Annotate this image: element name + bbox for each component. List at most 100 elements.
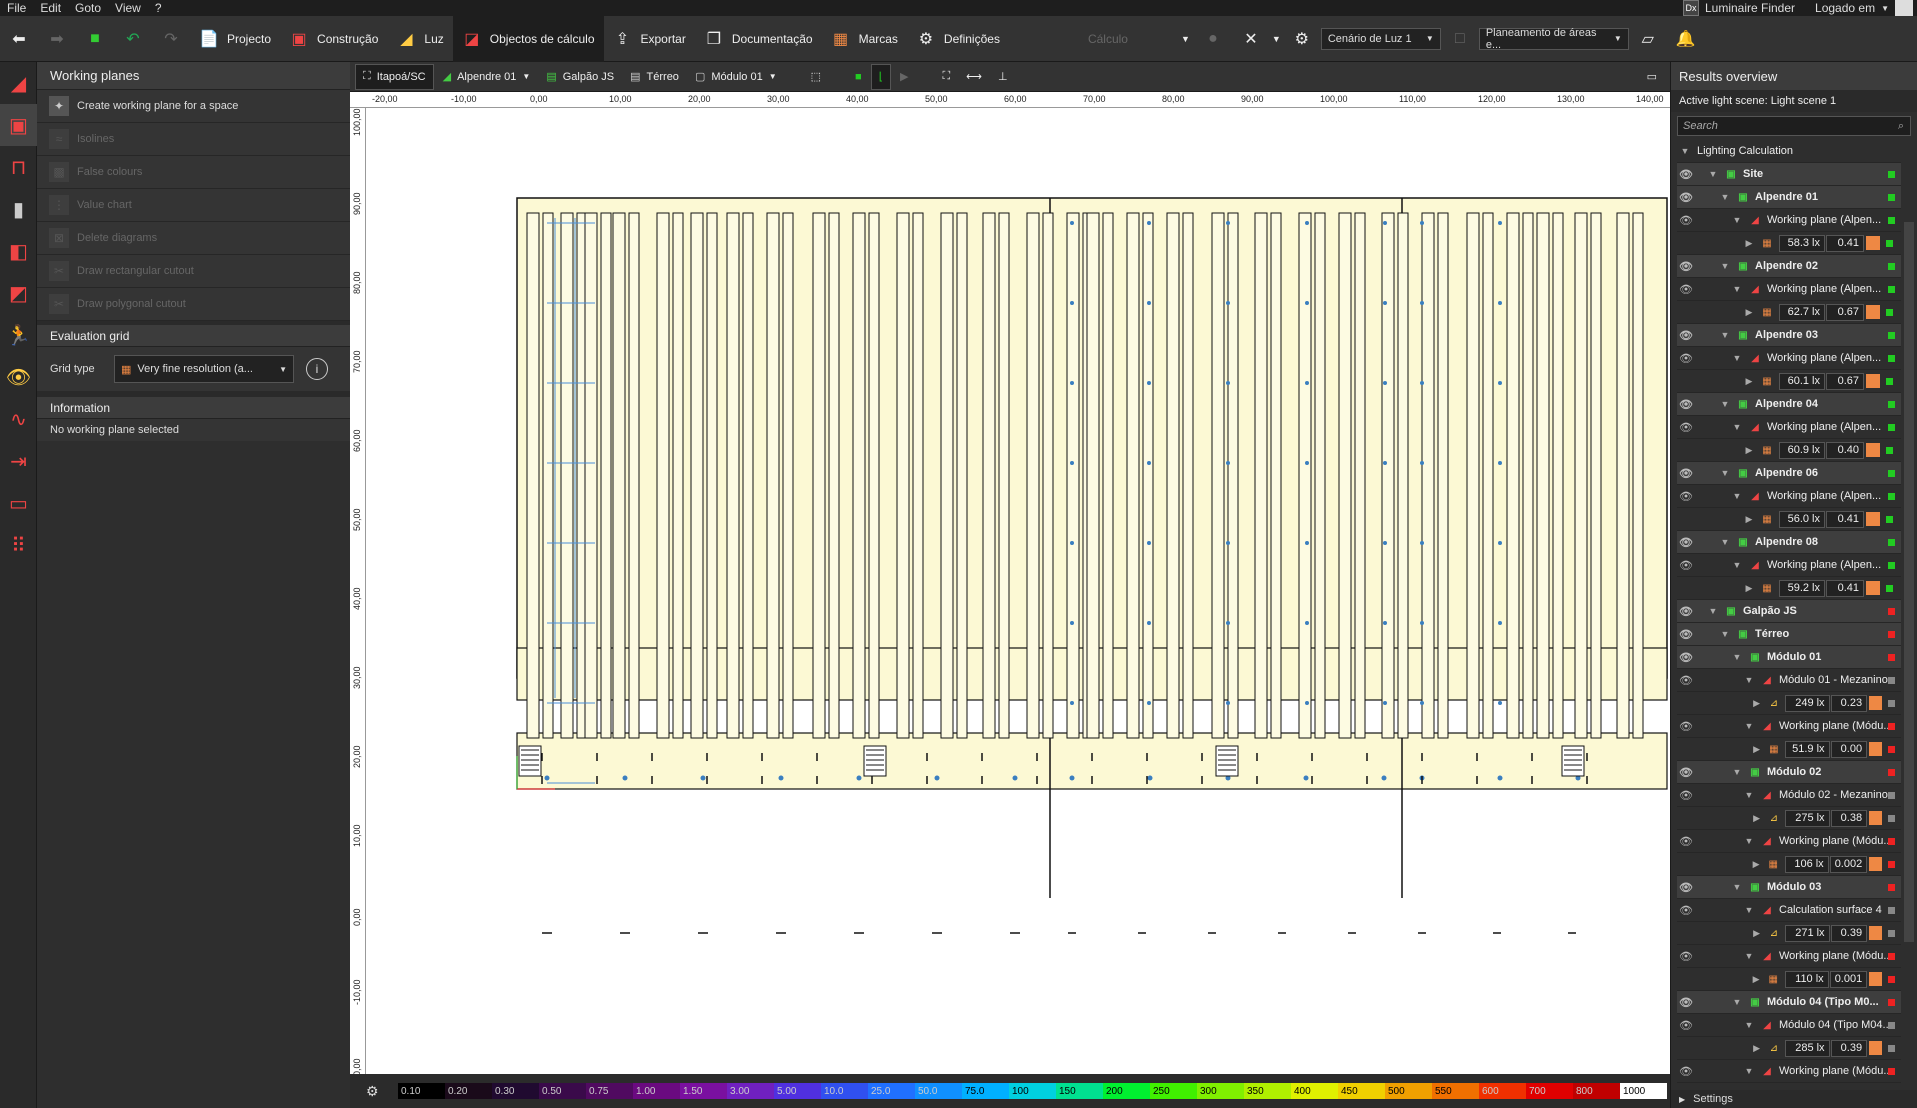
tree-item[interactable]: 👁 ▼ ◢ Working plane (Módu... [1677,715,1901,738]
tab-objectos-calculo[interactable]: ◪ Objectos de cálculo [452,15,604,62]
tree-item[interactable]: 👁 ▼ ▣ Alpendre 06 [1677,462,1901,485]
measure-button[interactable]: ⟷ [959,64,989,90]
menu-help[interactable]: ? [148,1,169,15]
search-input[interactable]: Search ⌕ [1677,116,1911,136]
fullscreen-button[interactable]: ▭ [1640,64,1664,90]
result-value-row[interactable]: ▶ ▦ 106 lx 0.002 [1677,853,1901,876]
play-view-button[interactable]: ▶ [893,64,915,90]
calculo-button[interactable]: Cálculo [1079,16,1137,62]
avatar[interactable] [1895,0,1913,16]
info-icon[interactable]: i [306,358,328,380]
tool-emergency[interactable]: 🏃 [0,314,37,356]
tool-point[interactable]: ⠿ [0,524,37,566]
tree-item[interactable]: 👁 ▼ ▣ Alpendre 08 [1677,531,1901,554]
tree-item[interactable]: 👁 ▼ ▣ Módulo 02 [1677,761,1901,784]
tree-item[interactable]: 👁 ▼ ▣ Galpão JS [1677,600,1901,623]
tree-item[interactable]: 👁 ▼ ◢ Working plane (Módu... [1677,945,1901,968]
tree-item[interactable]: 👁 ▼ ◢ Working plane (Módu... [1677,830,1901,853]
tree-item[interactable]: 👁 ▼ ◢ Working plane (Alpen... [1677,278,1901,301]
tree-item[interactable]: 👁 ▼ ▣ Módulo 04 (Tipo M0... [1677,991,1901,1014]
result-value-row[interactable]: ▶ ▦ 59.2 lx 0.41 [1677,577,1901,600]
tree-item[interactable]: 👁 ▼ ◢ Working plane (Alpen... [1677,347,1901,370]
menu-edit[interactable]: Edit [33,1,68,15]
false-colours-button[interactable]: ▩ False colours [37,156,350,189]
settings-footer[interactable]: ▶ Settings [1671,1090,1917,1108]
floor-view-button[interactable]: ■ [848,64,869,90]
tool-cylinder[interactable]: ▮ [0,188,37,230]
tree-item[interactable]: 👁 ▼ ◢ Módulo 04 (Tipo M04... [1677,1014,1901,1037]
luminaire-finder-link[interactable]: Luminaire Finder [1705,1,1795,15]
tree-item[interactable]: 👁 ▼ ◢ Working plane (Alpen... [1677,416,1901,439]
tab-terreo[interactable]: ▤ Térreo [623,64,686,90]
result-value-row[interactable]: ▶ ▦ 60.9 lx 0.40 [1677,439,1901,462]
gear-icon[interactable]: ⚙ [366,1083,379,1100]
tool-floor-surface[interactable]: ◩ [0,272,37,314]
tool-observer[interactable]: 👁 [0,356,37,398]
zoom-extents-button[interactable]: ⛶ [935,64,957,90]
tab-projecto[interactable]: 📄 Projecto [190,16,280,62]
calc-settings-button[interactable]: ⚙ [1283,16,1321,62]
isolines-button[interactable]: ≈ Isolines [37,123,350,156]
menu-file[interactable]: File [0,1,33,15]
tool-wall-surface[interactable]: ◧ [0,230,37,272]
result-value-row[interactable]: ▶ ▦ 62.7 lx 0.67 [1677,301,1901,324]
tab-itapoa[interactable]: ⛶ Itapoá/SC [355,63,434,90]
tab-alpendre-01[interactable]: ◢ Alpendre 01 ▼ [436,64,538,90]
tree-item[interactable]: 👁 ▼ ◢ Módulo 02 - Mezanino [1677,784,1901,807]
tree-item[interactable]: 👁 ▼ ▣ Site [1677,163,1901,186]
cancel-dropdown-button[interactable]: ▼ [1270,16,1283,62]
tree-item[interactable]: 👁 ▼ ◢ Working plane (Alpen... [1677,209,1901,232]
tree-item[interactable]: 👁 ▼ ▣ Módulo 03 [1677,876,1901,899]
view-mode-button[interactable]: ▱ [1629,16,1667,62]
tree-item[interactable]: 👁 ▼ ◢ Working plane (Alpen... [1677,554,1901,577]
tree-item[interactable]: 👁 ▼ ▣ Alpendre 04 [1677,393,1901,416]
tree-item[interactable]: 👁 ▼ ◢ Working plane (Módu... [1677,1060,1901,1083]
tool-table[interactable]: ⊓ [0,146,37,188]
tree-item[interactable]: 👁 ▼ ▣ Alpendre 03 [1677,324,1901,347]
light-scene-select[interactable]: Cenário de Luz 1 ▼ [1320,27,1441,50]
area-planning-select[interactable]: Planeamento de áreas e... ▼ [1478,27,1629,51]
undo-button[interactable]: ↶ [114,16,152,62]
tab-exportar[interactable]: ⇪ Exportar [604,16,695,62]
result-value-row[interactable]: ▶ ▦ 56.0 lx 0.41 [1677,508,1901,531]
tree-item[interactable]: 👁 ▼ ▣ Alpendre 01 [1677,186,1901,209]
grid-type-select[interactable]: ▦ Very fine resolution (a... ▼ [114,355,294,383]
result-value-row[interactable]: ▶ ▦ 110 lx 0.001 [1677,968,1901,991]
scene-toggle-button[interactable]: □ [1441,16,1479,62]
tree-item[interactable]: 👁 ▼ ▣ Módulo 01 [1677,646,1901,669]
result-value-row[interactable]: ▶ ⊿ 285 lx 0.39 [1677,1037,1901,1060]
forward-button[interactable]: ➡ [38,16,76,62]
tool-rectangle[interactable]: ▭ [0,482,37,524]
calc-dropdown-button[interactable]: ▼ [1177,16,1194,62]
tree-item[interactable]: 👁 ▼ ▣ Alpendre 02 [1677,255,1901,278]
create-working-plane-button[interactable]: ✦ Create working plane for a space [37,90,350,123]
tab-galpao-js[interactable]: ▤ Galpão JS [539,64,621,90]
tab-marcas[interactable]: ▦ Marcas [822,16,907,62]
menu-goto[interactable]: Goto [68,1,108,15]
draw-poly-cutout-button[interactable]: ✂ Draw polygonal cutout [37,288,350,321]
tab-definicoes[interactable]: ⚙ Definições [907,16,1009,62]
back-button[interactable]: ⬅ [0,16,38,62]
tool-ugr[interactable]: ∿ [0,398,37,440]
result-value-row[interactable]: ▶ ▦ 51.9 lx 0.00 [1677,738,1901,761]
calc-run-button[interactable]: ● [1194,16,1232,62]
plan-view-button[interactable]: ⌊ [870,63,891,90]
notifications-button[interactable]: 🔔 [1667,16,1705,62]
tree-item[interactable]: 👁 ▼ ◢ Calculation surface 4 [1677,899,1901,922]
redo-button[interactable]: ↷ [152,16,190,62]
result-value-row[interactable]: ▶ ⊿ 275 lx 0.38 [1677,807,1901,830]
selection-tool-button[interactable]: ⬚ [804,64,828,90]
draw-rect-cutout-button[interactable]: ✂ Draw rectangular cutout [37,255,350,288]
result-value-row[interactable]: ▶ ▦ 58.3 lx 0.41 [1677,232,1901,255]
tab-construcao[interactable]: ▣ Construção [280,16,387,62]
result-value-row[interactable]: ▶ ▦ 60.1 lx 0.67 [1677,370,1901,393]
result-value-row[interactable]: ▶ ⊿ 249 lx 0.23 [1677,692,1901,715]
scrollbar[interactable] [1904,222,1914,942]
tool-working-plane[interactable]: ◢ [0,62,37,104]
tool-calc-surface[interactable]: ▣ [0,104,37,146]
menu-view[interactable]: View [108,1,148,15]
delete-diagrams-button[interactable]: ⊠ Delete diagrams [37,222,350,255]
tool-escape-route[interactable]: ⇥ [0,440,37,482]
tab-documentacao[interactable]: ❐ Documentação [695,16,822,62]
tree-item[interactable]: 👁 ▼ ▣ Térreo [1677,623,1901,646]
